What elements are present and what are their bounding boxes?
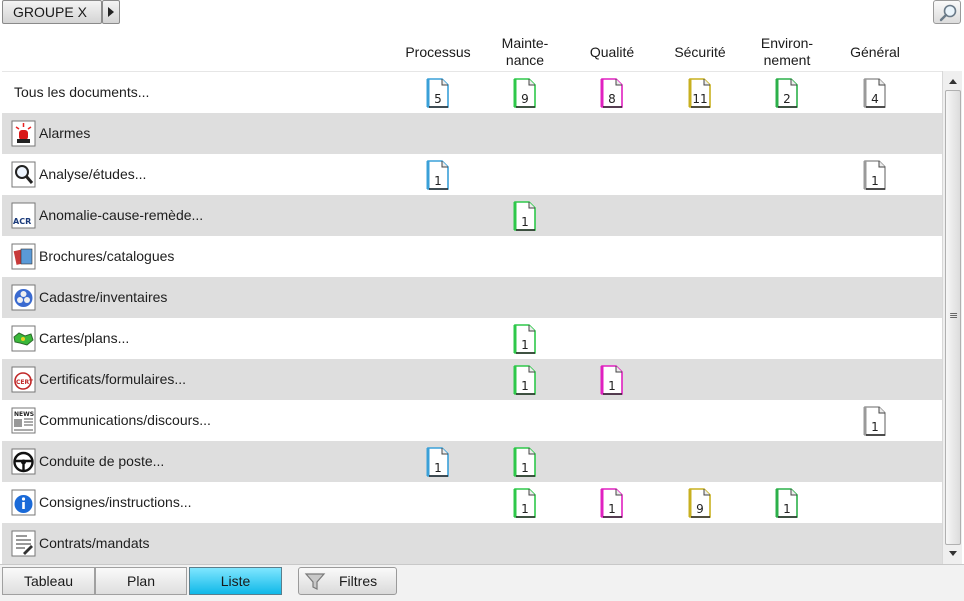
funnel-icon xyxy=(304,573,326,590)
document-table: Tous les documents... 5 9 8 11 2 4 Alarmes Analy… xyxy=(2,71,942,564)
scroll-down-arrow-icon[interactable] xyxy=(945,545,961,561)
document-count: 5 xyxy=(434,92,442,106)
document-count-icon[interactable]: 1 xyxy=(600,365,624,395)
contract-icon xyxy=(11,530,36,557)
document-count-icon[interactable]: 1 xyxy=(426,447,450,477)
document-count: 2 xyxy=(783,92,791,106)
acr-icon: ACR xyxy=(11,202,36,229)
table-row[interactable]: CERT Certificats/formulaires... 1 1 xyxy=(2,359,942,400)
document-count: 1 xyxy=(521,338,529,352)
document-count-icon[interactable]: 1 xyxy=(513,488,537,518)
table-row[interactable]: Tous les documents... 5 9 8 11 2 4 xyxy=(2,72,942,113)
table-row[interactable]: Analyse/études... 1 1 xyxy=(2,154,942,195)
row-label[interactable]: Cadastre/inventaires xyxy=(39,277,167,318)
svg-text:ACR: ACR xyxy=(13,217,31,226)
document-count: 8 xyxy=(608,92,616,106)
table-row[interactable]: Conduite de poste... 1 1 xyxy=(2,441,942,482)
row-label[interactable]: Cartes/plans... xyxy=(39,318,129,359)
magnifier-icon xyxy=(11,161,36,188)
document-count: 1 xyxy=(521,379,529,393)
search-button[interactable] xyxy=(933,0,961,24)
document-count-icon[interactable]: 5 xyxy=(426,78,450,108)
document-count: 9 xyxy=(521,92,529,106)
document-count-icon[interactable]: 1 xyxy=(513,365,537,395)
row-label[interactable]: Analyse/études... xyxy=(39,154,146,195)
svg-text:NEWS: NEWS xyxy=(14,411,34,418)
inventory-icon xyxy=(11,284,36,311)
newspaper-icon: NEWS xyxy=(11,407,36,434)
table-row[interactable]: ACR Anomalie-cause-remède... 1 xyxy=(2,195,942,236)
row-label[interactable]: Alarmes xyxy=(39,113,90,154)
tab-liste[interactable]: Liste xyxy=(189,567,282,595)
row-label[interactable]: Conduite de poste... xyxy=(39,441,164,482)
row-label[interactable]: Contrats/mandats xyxy=(39,523,150,564)
document-count-icon[interactable]: 1 xyxy=(513,447,537,477)
document-count: 1 xyxy=(608,502,616,516)
document-count: 1 xyxy=(783,502,791,516)
document-count-icon[interactable]: 9 xyxy=(688,488,712,518)
group-selector-button[interactable]: GROUPE X xyxy=(2,0,102,24)
document-count: 1 xyxy=(871,174,879,188)
map-icon xyxy=(11,325,36,352)
table-row[interactable]: Consignes/instructions... 1 1 9 1 xyxy=(2,482,942,523)
document-count-icon[interactable]: 1 xyxy=(863,406,887,436)
triangle-right-icon[interactable] xyxy=(102,0,120,24)
document-count-icon[interactable]: 1 xyxy=(426,160,450,190)
document-count-icon[interactable]: 1 xyxy=(600,488,624,518)
certificate-icon: CERT xyxy=(11,366,36,393)
document-count: 9 xyxy=(696,502,704,516)
tab-tableau[interactable]: Tableau xyxy=(2,567,95,595)
row-label[interactable]: Tous les documents... xyxy=(14,72,149,113)
document-count-icon[interactable]: 8 xyxy=(600,78,624,108)
document-count-icon[interactable]: 1 xyxy=(863,160,887,190)
table-row[interactable]: Alarmes xyxy=(2,113,942,154)
document-count-icon[interactable]: 9 xyxy=(513,78,537,108)
document-count-icon[interactable]: 1 xyxy=(513,201,537,231)
document-count: 1 xyxy=(608,379,616,393)
document-count: 1 xyxy=(521,215,529,229)
table-row[interactable]: Cartes/plans... 1 xyxy=(2,318,942,359)
document-count: 1 xyxy=(434,461,442,475)
scroll-thumb[interactable] xyxy=(945,90,961,545)
column-header-processus: Processus xyxy=(405,43,471,60)
row-label[interactable]: Certificats/formulaires... xyxy=(39,359,186,400)
document-count: 1 xyxy=(871,420,879,434)
document-count: 1 xyxy=(434,174,442,188)
table-row[interactable]: Contrats/mandats xyxy=(2,523,942,564)
table-row[interactable]: NEWS Communications/discours... 1 xyxy=(2,400,942,441)
document-count-icon[interactable]: 11 xyxy=(688,78,712,108)
steering-wheel-icon xyxy=(11,448,36,475)
row-label[interactable]: Anomalie-cause-remède... xyxy=(39,195,203,236)
column-header-securite: Sécurité xyxy=(674,43,726,60)
vertical-scrollbar[interactable] xyxy=(942,71,962,564)
column-header-general: Général xyxy=(850,43,900,60)
column-header-maintenance: Mainte- nance xyxy=(501,35,549,68)
row-label[interactable]: Consignes/instructions... xyxy=(39,482,192,523)
tab-plan[interactable]: Plan xyxy=(95,567,187,595)
table-row[interactable]: Brochures/catalogues xyxy=(2,236,942,277)
document-count-icon[interactable]: 1 xyxy=(513,324,537,354)
column-header-environnement: Environ- nement xyxy=(760,35,814,68)
brochure-icon xyxy=(11,243,36,270)
document-count: 11 xyxy=(692,92,708,106)
row-label[interactable]: Brochures/catalogues xyxy=(39,236,174,277)
document-count-icon[interactable]: 1 xyxy=(775,488,799,518)
scroll-up-arrow-icon[interactable] xyxy=(945,74,961,90)
info-icon xyxy=(11,489,36,516)
filters-button[interactable]: Filtres xyxy=(298,567,397,595)
magnifier-icon xyxy=(939,4,957,22)
document-count: 1 xyxy=(521,461,529,475)
alarm-light-icon xyxy=(11,120,36,147)
document-count: 4 xyxy=(871,92,879,106)
row-label[interactable]: Communications/discours... xyxy=(39,400,211,441)
document-count-icon[interactable]: 4 xyxy=(863,78,887,108)
filters-label: Filtres xyxy=(339,573,378,589)
document-count-icon[interactable]: 2 xyxy=(775,78,799,108)
svg-text:CERT: CERT xyxy=(16,379,34,386)
bottom-toolbar: Tableau Plan Liste Filtres xyxy=(0,564,964,601)
table-row[interactable]: Cadastre/inventaires xyxy=(2,277,942,318)
document-count: 1 xyxy=(521,502,529,516)
column-header-qualite: Qualité xyxy=(589,43,635,60)
